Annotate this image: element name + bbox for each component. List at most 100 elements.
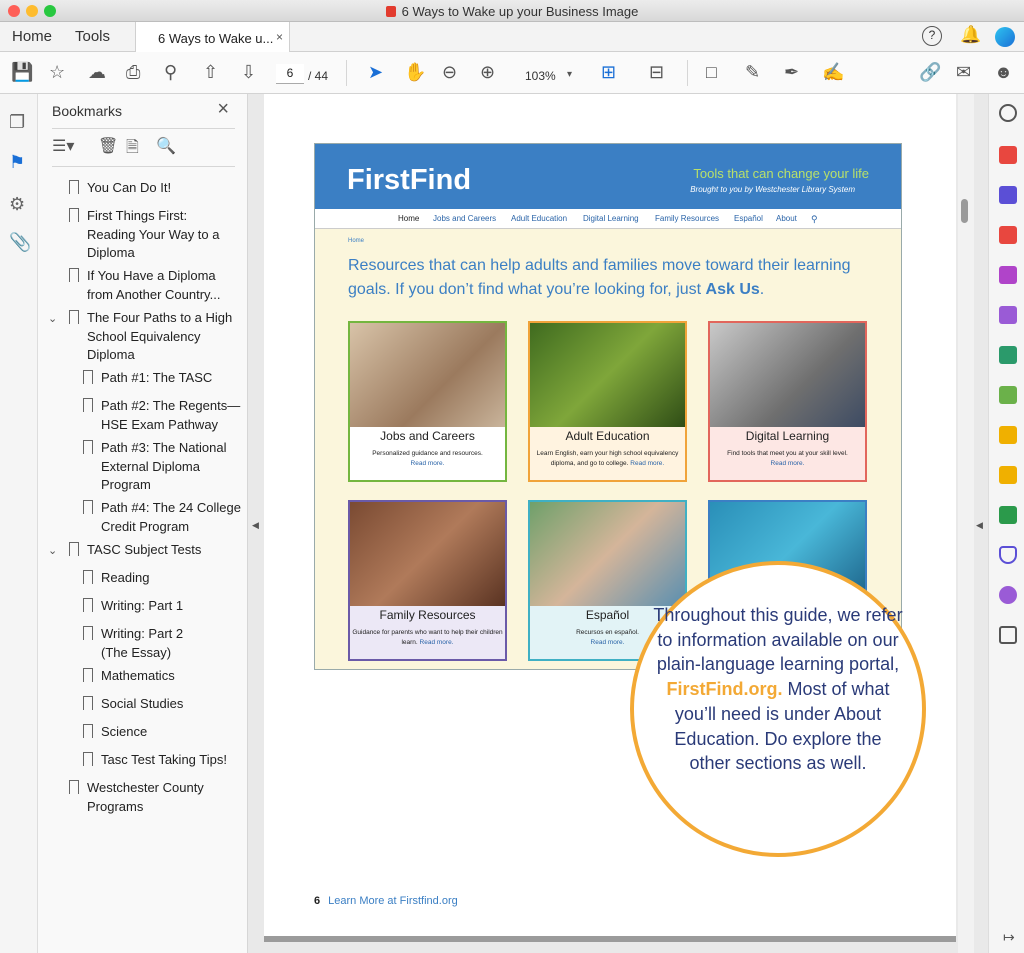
export-pdf-icon[interactable] (999, 146, 1017, 164)
card-image (350, 323, 505, 427)
site-breadcrumb: Home (348, 238, 365, 244)
pdf-page: FirstFind Tools that can change your lif… (264, 94, 956, 936)
zoom-in-icon[interactable]: ⊕ (480, 61, 495, 83)
site-nav: Home Jobs and Careers Adult Education Di… (315, 209, 901, 229)
bookmark-item[interactable]: Path #1: The TASC (83, 369, 246, 388)
hand-tool-icon[interactable]: ✋ (404, 61, 426, 83)
help-icon[interactable]: ? (922, 26, 942, 46)
document-viewer: FirstFind Tools that can change your lif… (262, 94, 958, 953)
nav-link: About (776, 214, 797, 223)
bookmark-item[interactable]: Reading (83, 569, 241, 588)
share-link-icon[interactable]: 🔗 (919, 61, 941, 83)
collapse-panel-icon[interactable]: ◀ (252, 520, 259, 531)
bookmark-item[interactable]: Writing: Part 2 (The Essay) (83, 625, 201, 662)
tab-home[interactable]: Home (12, 28, 52, 45)
comment-tool-icon[interactable] (999, 466, 1017, 484)
card-image (350, 502, 505, 606)
upload-cloud-icon[interactable]: ☁ (88, 61, 106, 83)
bookmark-item[interactable]: Social Studies (83, 695, 241, 714)
bookmark-item[interactable]: Science (83, 723, 241, 742)
scroll-mode-icon[interactable]: ⊟ (649, 61, 664, 83)
tab-document[interactable]: 6 Ways to Wake u... × (135, 22, 290, 52)
zoom-search-icon[interactable]: ⚲ (164, 61, 177, 83)
bookmark-options-icon[interactable]: ☰▾ (52, 136, 74, 156)
title-bar: 6 Ways to Wake up your Business Image (0, 0, 1024, 22)
vertical-scrollbar[interactable] (958, 94, 974, 953)
save-icon[interactable]: 💾 (11, 61, 33, 83)
bookmark-item[interactable]: Path #3: The National External Diploma P… (83, 439, 236, 495)
attachments-icon[interactable]: 📎 (9, 232, 31, 253)
edit-pdf-icon[interactable] (999, 226, 1017, 244)
fill-sign-icon[interactable]: ✍ (822, 61, 844, 83)
draw-icon[interactable]: ✒ (784, 61, 799, 83)
card-image (530, 502, 685, 606)
bookmark-item[interactable]: Tasc Test Taking Tips! (83, 751, 241, 770)
bookmark-item[interactable]: Westchester County Programs (69, 779, 207, 816)
select-cursor-icon[interactable]: ➤ (368, 61, 383, 83)
nav-link: Digital Learning (583, 214, 639, 223)
chevron-down-icon[interactable]: ⌄ (48, 312, 57, 325)
window-title: 6 Ways to Wake up your Business Image (0, 4, 1024, 19)
accessibility-tool-icon[interactable] (999, 586, 1017, 604)
print-icon[interactable]: ⎙ (126, 61, 140, 83)
page-thumbnails-icon[interactable]: ❐ (9, 112, 25, 133)
send-for-review-icon[interactable] (999, 346, 1017, 364)
chevron-down-icon[interactable]: ▾ (567, 64, 572, 86)
nav-link: Español (734, 214, 763, 223)
comment-icon[interactable]: □ (706, 61, 717, 83)
site-header: FirstFind Tools that can change your lif… (315, 144, 901, 209)
site-subtagline: Brought to you by Westchester Library Sy… (690, 185, 855, 194)
bookmark-item[interactable]: Path #4: The 24 College Credit Program (83, 499, 246, 536)
bookmark-item[interactable]: You Can Do It! (69, 179, 237, 198)
zoom-out-icon[interactable]: ⊖ (442, 61, 457, 83)
delete-bookmark-icon[interactable]: 🗑 (98, 136, 118, 156)
bookmark-item[interactable]: Writing: Part 1 (83, 597, 241, 616)
accessibility-icon[interactable]: ⚙ (9, 194, 25, 215)
more-tools-icon[interactable] (999, 626, 1017, 644)
card-jobs: Jobs and Careers Personalized guidance a… (348, 321, 507, 482)
bookmark-item[interactable]: First Things First: Reading Your Way to … (69, 207, 237, 263)
card-adult-education: Adult Education Learn English, earn your… (528, 321, 687, 482)
zoom-level-select[interactable]: 103% (525, 65, 556, 87)
page-number-input[interactable]: 6 (276, 64, 304, 84)
previous-page-icon[interactable]: ⇧ (203, 61, 218, 83)
create-pdf-icon[interactable] (999, 186, 1017, 204)
search-zoom-icon[interactable] (999, 104, 1017, 122)
expand-panel-icon[interactable]: ◀ (976, 520, 983, 531)
new-bookmark-icon[interactable]: 🗎 (126, 136, 139, 163)
compare-icon[interactable] (999, 426, 1017, 444)
account-avatar[interactable] (995, 27, 1015, 47)
bookmarks-icon[interactable]: ⚑ (9, 152, 25, 173)
divider (346, 60, 347, 86)
close-tab-icon[interactable]: × (276, 30, 283, 44)
toolbar: 💾 ☆ ☁ ⎙ ⚲ ⇧ ⇩ 6 / 44 ➤ ✋ ⊖ ⊕ 103% ▾ ⊞ ⊟ … (0, 52, 1024, 94)
close-panel-icon[interactable]: × (217, 98, 229, 121)
highlight-pen-icon[interactable]: ✎ (745, 61, 760, 83)
fit-page-icon[interactable]: ⊞ (601, 61, 616, 83)
bookmark-star-icon[interactable]: ☆ (49, 61, 65, 83)
bookmark-item[interactable]: TASC Subject Tests (69, 541, 237, 560)
nav-link: Family Resources (655, 214, 720, 223)
protect-icon[interactable] (999, 546, 1017, 564)
scan-icon[interactable] (999, 506, 1017, 524)
bookmark-item[interactable]: The Four Paths to a High School Equivale… (69, 309, 239, 365)
card-image (710, 323, 865, 427)
card-family-resources: Family Resources Guidance for parents wh… (348, 500, 507, 661)
sign-icon[interactable] (999, 306, 1017, 324)
chevron-down-icon[interactable]: ⌄ (48, 544, 57, 557)
find-bookmark-icon[interactable]: 🔍 (156, 136, 176, 156)
add-user-icon[interactable]: ☻ (994, 61, 1013, 83)
collapse-rail-icon[interactable]: ↦ (1003, 929, 1015, 946)
forms-icon[interactable] (999, 266, 1017, 284)
tab-tools[interactable]: Tools (75, 28, 110, 45)
bookmark-item[interactable]: Path #2: The Regents—HSE Exam Pathway (83, 397, 246, 434)
bookmark-item[interactable]: If You Have a Diploma from Another Count… (69, 267, 237, 304)
bookmark-item[interactable]: Mathematics (83, 667, 241, 686)
email-icon[interactable]: ✉ (956, 61, 971, 83)
organize-pages-icon[interactable] (999, 386, 1017, 404)
next-page-icon[interactable]: ⇩ (241, 61, 256, 83)
scrollbar-thumb[interactable] (961, 199, 968, 223)
divider (687, 60, 688, 86)
notification-bell-icon[interactable]: 🔔 (960, 25, 981, 45)
card-image (530, 323, 685, 427)
